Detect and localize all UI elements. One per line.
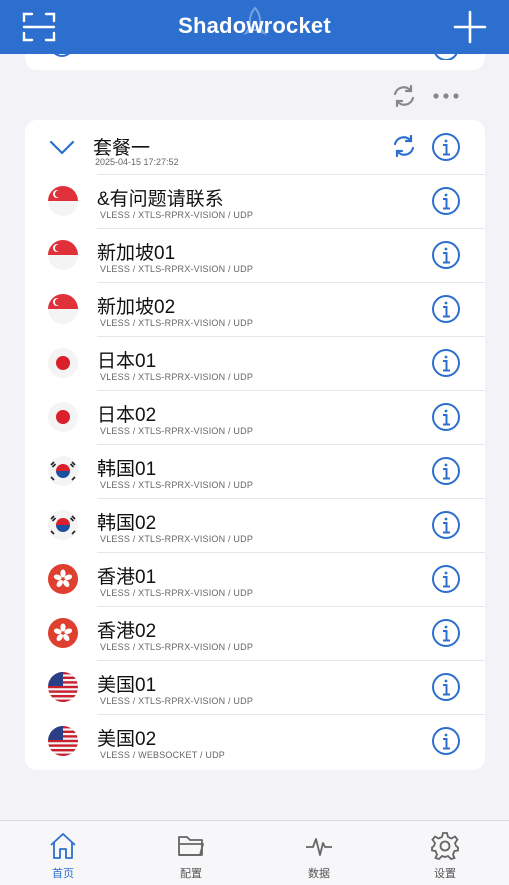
jp-flag-icon [48, 402, 78, 432]
server-protocol: VLESS / XTLS-RPRX-VISION / UDP [100, 426, 254, 436]
server-row[interactable]: &有问题请联系 VLESS / XTLS-RPRX-VISION / UDP [25, 174, 485, 228]
folder-icon [178, 836, 204, 856]
server-row[interactable]: 香港01 VLESS / XTLS-RPRX-VISION / UDP [25, 552, 485, 606]
more-icon[interactable] [431, 88, 461, 104]
server-name: 日本02 [97, 405, 157, 426]
info-icon[interactable] [431, 348, 461, 378]
info-icon[interactable] [431, 456, 461, 486]
server-row[interactable]: 美国01 VLESS / XTLS-RPRX-VISION / UDP [25, 660, 485, 714]
server-name: &有问题请联系 [97, 189, 224, 210]
tab-label: 首页 [52, 868, 74, 880]
info-icon[interactable] [431, 294, 461, 324]
server-row[interactable]: 香港02 VLESS / XTLS-RPRX-VISION / UDP [25, 606, 485, 660]
collapsed-chevron-icon[interactable] [50, 44, 74, 60]
info-icon[interactable] [431, 186, 461, 216]
group-header[interactable]: 套餐一 2025-04-15 17:27:52 [25, 120, 485, 174]
tab-label: 设置 [434, 868, 456, 880]
info-icon[interactable] [432, 44, 460, 60]
info-icon[interactable] [431, 402, 461, 432]
info-icon[interactable] [431, 240, 461, 270]
info-icon[interactable] [431, 510, 461, 540]
tab-label: 配置 [180, 868, 202, 880]
server-row[interactable]: 日本01 VLESS / XTLS-RPRX-VISION / UDP [25, 336, 485, 390]
pulse-icon [306, 838, 332, 856]
server-name: 韩国01 [97, 459, 157, 480]
server-row[interactable]: 美国02 VLESS / WEBSOCKET / UDP [25, 714, 485, 768]
info-icon[interactable] [431, 132, 461, 162]
server-group-card: 套餐一 2025-04-15 17:27:52 &有问题请联系 VLESS / X… [25, 120, 485, 770]
server-name: 新加坡02 [97, 297, 176, 318]
server-protocol: VLESS / XTLS-RPRX-VISION / UDP [100, 318, 254, 328]
add-icon[interactable] [452, 9, 488, 45]
tab-settings[interactable]: 设置 [413, 821, 477, 885]
kr-flag-icon [48, 510, 78, 540]
refresh-icon[interactable] [391, 83, 417, 109]
server-name: 韩国02 [97, 513, 157, 534]
previous-group-card [25, 44, 485, 70]
refresh-icon[interactable] [391, 133, 417, 159]
hk-flag-icon [48, 564, 78, 594]
server-protocol: VLESS / XTLS-RPRX-VISION / UDP [100, 480, 254, 490]
info-icon[interactable] [431, 564, 461, 594]
group-updated-time: 2025-04-15 17:27:52 [95, 157, 179, 167]
server-row[interactable]: 日本02 VLESS / XTLS-RPRX-VISION / UDP [25, 390, 485, 444]
tab-data[interactable]: 数据 [287, 821, 351, 885]
server-name: 香港01 [97, 567, 157, 588]
server-protocol: VLESS / XTLS-RPRX-VISION / UDP [100, 372, 254, 382]
server-row[interactable]: 新加坡01 VLESS / XTLS-RPRX-VISION / UDP [25, 228, 485, 282]
tab-home[interactable]: 首页 [31, 821, 95, 885]
server-name: 美国01 [97, 675, 157, 696]
group-name: 套餐一 [93, 138, 151, 159]
gear-icon [431, 832, 459, 861]
server-list: &有问题请联系 VLESS / XTLS-RPRX-VISION / UDP 新加坡… [25, 174, 485, 768]
info-icon[interactable] [431, 726, 461, 756]
server-name: 美国02 [97, 729, 157, 750]
jp-flag-icon [48, 348, 78, 378]
info-icon[interactable] [431, 618, 461, 648]
server-row[interactable]: 新加坡02 VLESS / XTLS-RPRX-VISION / UDP [25, 282, 485, 336]
us-flag-icon [48, 726, 78, 756]
sg-flag-icon [48, 294, 78, 324]
server-protocol: VLESS / XTLS-RPRX-VISION / UDP [100, 588, 254, 598]
server-name: 香港02 [97, 621, 157, 642]
server-name: 日本01 [97, 351, 157, 372]
kr-flag-icon [48, 456, 78, 486]
server-protocol: VLESS / WEBSOCKET / UDP [100, 750, 225, 760]
server-name: 新加坡01 [97, 243, 176, 264]
tab-bar: 首页 配置 数据 设置 [0, 820, 509, 885]
server-protocol: VLESS / XTLS-RPRX-VISION / UDP [100, 264, 254, 274]
tab-label: 数据 [308, 868, 330, 880]
home-icon [50, 833, 76, 859]
server-protocol: VLESS / XTLS-RPRX-VISION / UDP [100, 642, 254, 652]
sg-flag-icon [48, 186, 78, 216]
server-protocol: VLESS / XTLS-RPRX-VISION / UDP [100, 534, 254, 544]
app-title: Shadowrocket [178, 13, 331, 38]
hk-flag-icon [48, 618, 78, 648]
info-icon[interactable] [431, 672, 461, 702]
tab-config[interactable]: 配置 [159, 821, 223, 885]
server-protocol: VLESS / XTLS-RPRX-VISION / UDP [100, 210, 254, 220]
server-row[interactable]: 韩国01 VLESS / XTLS-RPRX-VISION / UDP [25, 444, 485, 498]
chevron-down-icon[interactable] [49, 138, 75, 156]
server-protocol: VLESS / XTLS-RPRX-VISION / UDP [100, 696, 254, 706]
server-row[interactable]: 韩国02 VLESS / XTLS-RPRX-VISION / UDP [25, 498, 485, 552]
sg-flag-icon [48, 240, 78, 270]
us-flag-icon [48, 672, 78, 702]
